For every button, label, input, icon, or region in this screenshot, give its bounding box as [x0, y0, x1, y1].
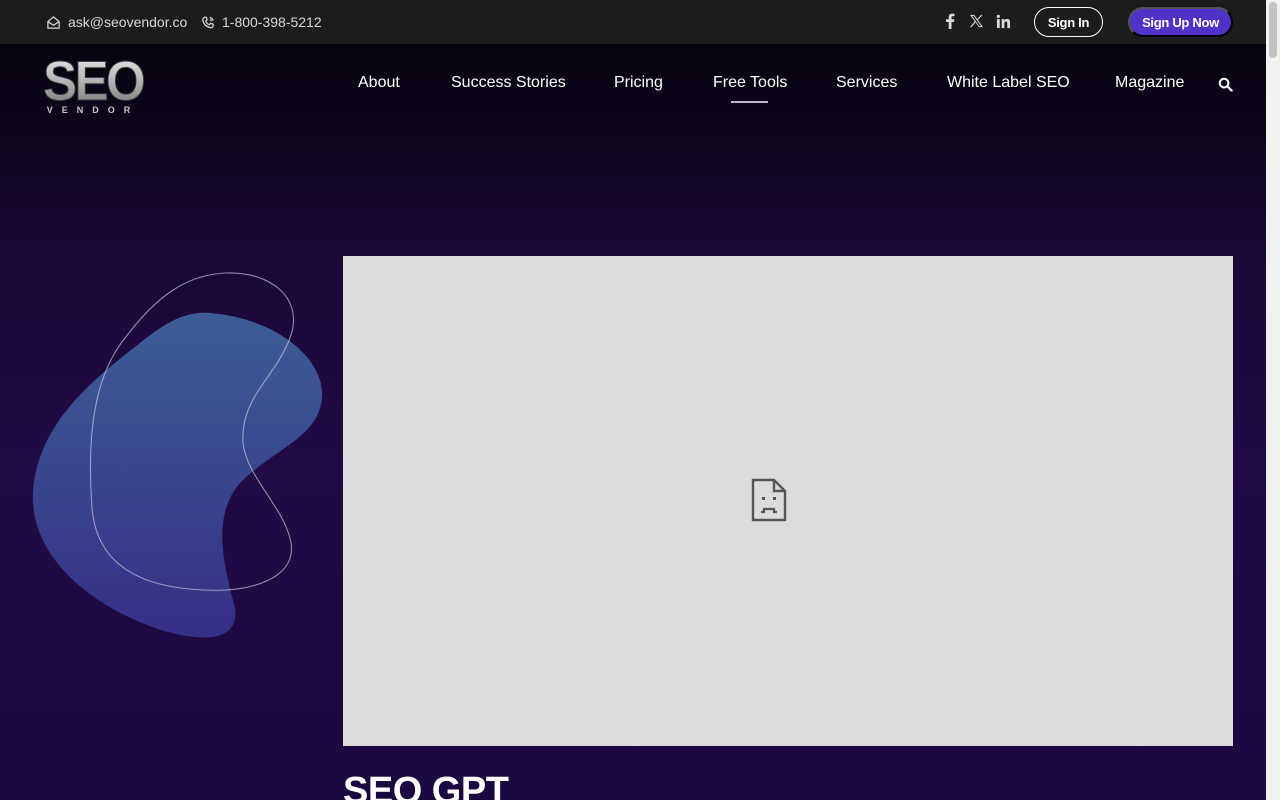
- phone-icon: [202, 16, 214, 28]
- scrollbar-thumb[interactable]: [1269, 2, 1277, 58]
- phone-text: 1-800-398-5212: [222, 14, 322, 30]
- logo-sub-text: VENDOR: [47, 105, 140, 115]
- nav-about[interactable]: About: [358, 74, 400, 96]
- search-icon[interactable]: [1218, 77, 1233, 92]
- email-text: ask@seovendor.co: [68, 14, 188, 30]
- nav-services[interactable]: Services: [836, 74, 897, 96]
- sign-in-button[interactable]: Sign In: [1034, 7, 1103, 37]
- facebook-icon[interactable]: [941, 12, 959, 30]
- envelope-icon: [47, 15, 60, 29]
- seo-vendor-logo[interactable]: SEO VENDOR: [41, 49, 148, 116]
- phone-link[interactable]: 1-800-398-5212: [201, 0, 322, 44]
- nav-free-tools[interactable]: Free Tools: [713, 74, 787, 96]
- decorative-blob: [32, 272, 323, 638]
- active-nav-indicator: [731, 101, 768, 103]
- top-bar: ask@seovendor.co 1-800-398-5212 Sign In …: [0, 0, 1266, 44]
- nav-pricing[interactable]: Pricing: [614, 74, 663, 96]
- page-scrollbar[interactable]: [1266, 0, 1280, 800]
- nav-magazine[interactable]: Magazine: [1115, 74, 1184, 96]
- embedded-video-frame[interactable]: [343, 256, 1233, 746]
- x-icon[interactable]: [967, 12, 985, 30]
- sign-up-button[interactable]: Sign Up Now: [1128, 7, 1233, 37]
- sad-file-icon: [751, 478, 787, 522]
- nav-success-stories[interactable]: Success Stories: [451, 74, 566, 96]
- page-title: SEO GPT: [343, 770, 509, 800]
- linkedin-icon[interactable]: [994, 12, 1012, 30]
- nav-white-label-seo[interactable]: White Label SEO: [947, 74, 1070, 96]
- email-link[interactable]: ask@seovendor.co: [46, 0, 187, 44]
- logo-main-text: SEO: [43, 55, 144, 112]
